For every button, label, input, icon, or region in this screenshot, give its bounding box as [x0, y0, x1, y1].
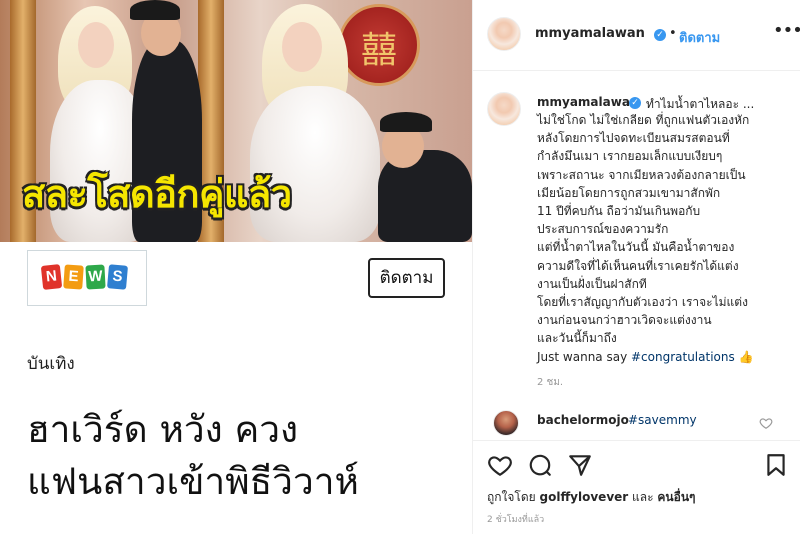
news-letter: W [85, 264, 106, 290]
caption-time: 2 ชม. [537, 377, 564, 388]
news-letter: E [63, 264, 84, 290]
heart-outline-icon[interactable] [759, 416, 773, 430]
thumbs-up-icon: 👍 [738, 349, 754, 364]
article-title: ฮาเวิร์ด หวัง ควง แฟนสาวเข้าพิธีวิวาห์ [27, 404, 457, 508]
verified-badge-icon: ✓ [629, 97, 641, 109]
avatar[interactable] [487, 17, 521, 51]
more-horizontal-icon[interactable]: ••• [773, 20, 800, 41]
comment-avatar[interactable] [493, 410, 519, 436]
verified-badge-icon: ✓ [654, 29, 666, 41]
divider [473, 440, 800, 441]
post-time: 2 ชั่วโมงที่แล้ว [487, 515, 545, 525]
caption-username[interactable]: mmyamalawan [537, 95, 638, 109]
news-logo: N E W S [27, 250, 147, 306]
article-title-line: แฟนสาวเข้าพิธีวิวาห์ [27, 460, 359, 503]
caption-line: แต่ที่น้ำตาไหลในวันนี้ มันคือน้ำตาของ [537, 240, 735, 255]
comment-icon[interactable] [527, 452, 553, 478]
caption-line: กำลังมึนเมา เรากยอมเล็กแบบเงียบๆ [537, 149, 723, 164]
likes-user-link[interactable]: golffylovever [540, 490, 629, 504]
instagram-post-panel: mmyamalawan ✓ • ติดตาม ••• mmyamalawan ✓… [472, 0, 800, 534]
caption-line: ความดีใจที่ได้เห็นคนที่เราเคยรักได้แต่ง [537, 258, 739, 273]
comment-username[interactable]: bachelormojo [537, 413, 629, 427]
article-category[interactable]: บันเทิง [27, 350, 75, 377]
caption-line: 11 ปีที่คบกัน ถือว่ามันเกินพอกับ [537, 204, 701, 219]
photo-headline: สละโสดอีกคู่แล้ว [22, 172, 292, 216]
news-letter: N [40, 264, 63, 290]
caption-line: เพราะสถานะ จากเมียหลวงต้องกลายเป็น [537, 167, 746, 182]
divider [473, 70, 800, 71]
news-letter: S [106, 264, 129, 290]
wedding-photo: สละโสดอีกคู่แล้ว [0, 0, 472, 242]
bookmark-icon[interactable] [763, 452, 789, 478]
double-happiness-seal [338, 4, 420, 86]
likes-prefix: ถูกใจโดย [487, 490, 540, 504]
caption-line: งานเป็นฝั่งเป็นฝาสักที [537, 276, 647, 291]
caption-line: โดยที่เราสัญญากับตัวเองว่า เราจะไม่แต่ง [537, 295, 748, 310]
caption-line: หลังโดยการไปจดทะเบียนสมรสตอนที่ [537, 131, 730, 146]
caption-last-prefix: Just wanna say [537, 349, 631, 364]
likes-others-link[interactable]: คนอื่นๆ [657, 490, 695, 504]
follow-button[interactable]: ติดตาม [368, 258, 445, 298]
caption-line: ไม่ใช่โกด ไม่ใช่เกลียด ที่ถูกแฟนตัวเองหั… [537, 113, 750, 127]
article-title-line: ฮาเวิร์ด หวัง ควง [27, 408, 299, 451]
heart-icon[interactable] [487, 452, 513, 478]
likes-text: ถูกใจโดย golffylovever และ คนอื่นๆ [487, 488, 695, 507]
caption-last-line: Just wanna say #congratulations 👍 [537, 348, 787, 366]
caption-avatar[interactable] [487, 92, 521, 126]
share-icon[interactable] [567, 452, 593, 478]
header-separator: • [669, 26, 677, 41]
likes-middle: และ [628, 490, 658, 504]
caption-line: เมียน้อยโดยการถูกสวมเขามาสักพัก [537, 185, 721, 200]
comment-hashtag[interactable]: #savemmy [628, 413, 697, 427]
caption-line: งานก่อนจนกว่าฮาวเวิดจะแต่งงาน [537, 313, 712, 328]
header-follow-button[interactable]: ติดตาม [679, 27, 720, 48]
caption-line: และวันนี้ก็มาถึง [537, 331, 617, 346]
post-username[interactable]: mmyamalawan [535, 26, 645, 41]
caption-text: ไม่ใช่โกด ไม่ใช่เกลียด ที่ถูกแฟนตัวเองหั… [537, 111, 787, 366]
caption-line: ประสบการณ์ของความรัก [537, 222, 669, 237]
hashtag-link[interactable]: #congratulations [631, 350, 735, 364]
